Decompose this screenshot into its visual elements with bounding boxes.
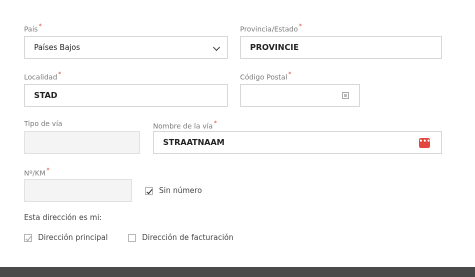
localidad-value: STAD [34,91,58,100]
checkbox-checked-icon[interactable] [24,233,32,242]
tipo-via-label: Tipo de vía [24,120,63,128]
provincia-label: Provincia/Estado* [240,23,302,34]
direccion-principal-checkbox[interactable]: Dirección principal [24,233,108,242]
direccion-facturacion-label: Dirección de facturación [142,233,234,242]
direccion-facturacion-checkbox[interactable]: Dirección de facturación [128,233,234,242]
checkbox-checked-icon[interactable] [145,186,153,195]
numero-label: Nº/KM* [24,167,50,178]
footer-bar [0,267,475,277]
more-dots-icon[interactable]: ••• [419,138,431,148]
sin-numero-label: Sin número [159,186,202,195]
sin-numero-checkbox[interactable]: Sin número [145,186,202,195]
localidad-input[interactable]: STAD [24,84,228,107]
tipo-via-select[interactable] [24,131,140,154]
codigo-postal-label: Código Postal* [240,71,292,82]
numero-input[interactable] [24,179,132,202]
nombre-via-value: STRAATNAAM [163,138,225,147]
localidad-label: Localidad* [24,71,62,82]
postal-lookup-icon[interactable] [342,92,349,99]
pais-select-value: Países Bajos [34,43,80,52]
codigo-postal-input[interactable] [240,84,360,107]
pais-select[interactable]: Países Bajos [24,36,228,59]
direccion-title: Esta dirección es mi: [24,213,102,222]
checkbox-unchecked-icon[interactable] [128,233,136,242]
provincia-input[interactable]: PROVINCIE [240,36,442,59]
nombre-via-input[interactable]: STRAATNAAM ••• [153,131,442,154]
pais-label: País* [24,23,42,34]
nombre-via-label: Nombre de la vía* [153,120,217,131]
direccion-principal-label: Dirección principal [38,233,108,242]
provincia-value: PROVINCIE [250,43,299,52]
chevron-down-icon [212,43,221,52]
